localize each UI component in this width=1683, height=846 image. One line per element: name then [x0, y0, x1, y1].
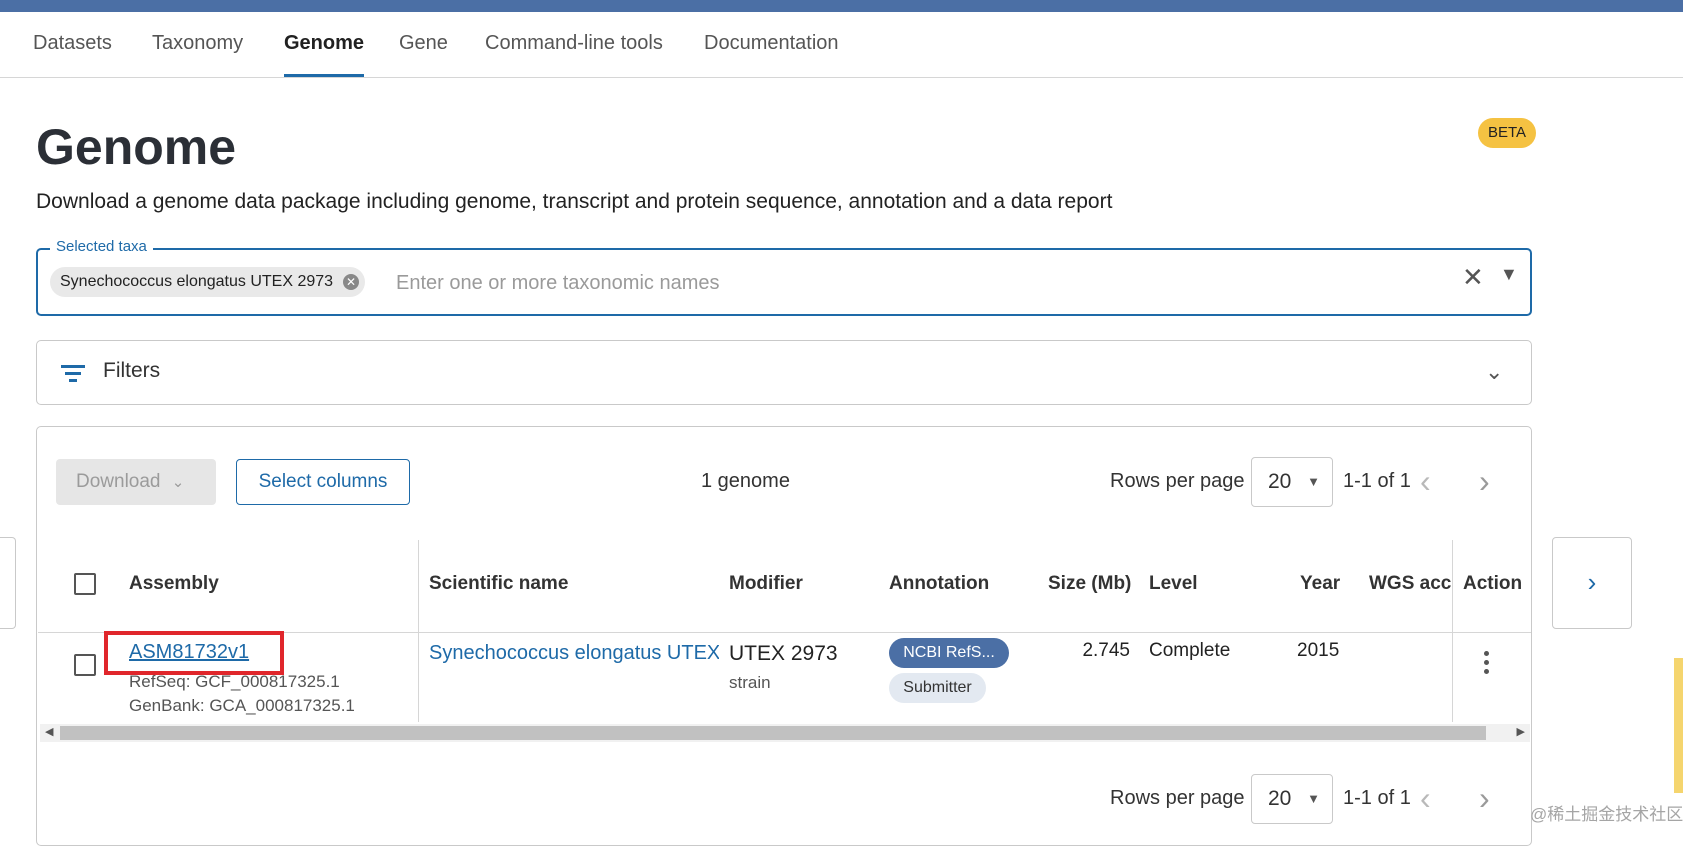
annotation-badge-submitter: Submitter: [889, 673, 986, 703]
genbank-accession: GenBank: GCA_000817325.1: [129, 696, 355, 715]
caret-down-icon: ▼: [1307, 474, 1320, 489]
beta-badge: BETA: [1478, 118, 1536, 148]
download-button-label: Download: [76, 471, 161, 492]
page-title: Genome: [36, 119, 237, 175]
header-scientific-name[interactable]: Scientific name: [429, 573, 568, 595]
previous-page-icon[interactable]: ‹: [1420, 782, 1431, 814]
caret-down-icon: ▼: [1307, 791, 1320, 806]
filters-label: Filters: [103, 359, 161, 382]
page-range: 1-1 of 1: [1343, 470, 1411, 492]
highlight-box: [104, 631, 284, 675]
scroll-left-arrow-icon[interactable]: ◀: [45, 725, 53, 738]
taxonomic-name-input[interactable]: [394, 262, 1318, 304]
more-actions-icon[interactable]: [1484, 651, 1490, 675]
tab-command-line-tools[interactable]: Command-line tools: [485, 12, 663, 77]
main-nav: Datasets Taxonomy Genome Gene Command-li…: [0, 12, 1683, 78]
header-wgs-accession[interactable]: WGS acce: [1369, 573, 1452, 595]
feedback-tab[interactable]: [1674, 658, 1683, 793]
rows-per-page-select-bottom[interactable]: 20 ▼: [1251, 774, 1333, 824]
scroll-right-button[interactable]: ›: [1552, 537, 1632, 629]
tab-gene[interactable]: Gene: [399, 12, 448, 77]
header-action: Action: [1463, 573, 1523, 594]
scrollbar-thumb[interactable]: [60, 726, 1486, 740]
rows-per-page-value: 20: [1268, 787, 1292, 810]
selected-taxa-label: Selected taxa: [50, 238, 153, 255]
scroll-right-arrow-icon[interactable]: ▶: [1517, 725, 1525, 738]
chip-remove-icon[interactable]: ✕: [343, 274, 360, 290]
modifier-value: UTEX 2973: [729, 642, 838, 665]
tab-datasets[interactable]: Datasets: [33, 12, 112, 77]
rows-per-page-label-bottom: Rows per page: [1110, 787, 1245, 809]
header-year[interactable]: Year: [1300, 573, 1340, 595]
header-modifier[interactable]: Modifier: [729, 573, 803, 595]
page-range-bottom: 1-1 of 1: [1343, 787, 1411, 809]
watermark: @稀土掘金技术社区: [1530, 805, 1683, 824]
rows-per-page-value: 20: [1268, 470, 1292, 493]
column-divider: [418, 540, 419, 722]
annotation-badge-ncbi: NCBI RefS...: [889, 638, 1009, 668]
refseq-accession: RefSeq: GCF_000817325.1: [129, 672, 340, 691]
header-annotation[interactable]: Annotation: [889, 573, 989, 595]
chevron-down-icon[interactable]: ⌄: [1485, 359, 1503, 385]
next-page-icon[interactable]: ›: [1479, 782, 1490, 814]
header-assembly[interactable]: Assembly: [129, 573, 219, 595]
selected-taxa-field[interactable]: Selected taxa Synechococcus elongatus UT…: [36, 238, 1532, 316]
row-checkbox[interactable]: [74, 654, 96, 676]
taxon-chip: Synechococcus elongatus UTEX 2973 ✕: [50, 267, 366, 297]
scroll-left-button[interactable]: [0, 537, 16, 629]
level-value: Complete: [1149, 640, 1231, 661]
modifier-type: strain: [729, 673, 771, 692]
clear-icon[interactable]: ✕: [1462, 262, 1484, 293]
year-value: 2015: [1297, 640, 1340, 661]
rows-per-page-label: Rows per page: [1110, 470, 1245, 492]
header-size[interactable]: Size (Mb): [1048, 573, 1131, 595]
filter-icon: [61, 365, 85, 383]
tab-genome[interactable]: Genome: [284, 12, 365, 77]
taxon-chip-label: Synechococcus elongatus UTEX 2973: [60, 273, 334, 290]
page-subtitle: Download a genome data package including…: [36, 190, 1113, 213]
horizontal-scrollbar[interactable]: ◀ ▶: [40, 724, 1530, 742]
select-columns-button[interactable]: Select columns: [236, 459, 410, 505]
scientific-name-link[interactable]: Synechococcus elongatus UTEX: [429, 642, 719, 665]
header-level[interactable]: Level: [1149, 573, 1198, 595]
tab-taxonomy[interactable]: Taxonomy: [152, 12, 243, 77]
size-value: 2.745: [1082, 640, 1130, 661]
dropdown-caret-icon[interactable]: ▼: [1500, 264, 1518, 285]
rows-per-page-select[interactable]: 20 ▼: [1251, 457, 1333, 507]
chevron-down-icon: ⌄: [171, 474, 185, 491]
previous-page-icon[interactable]: ‹: [1420, 465, 1431, 497]
tab-documentation[interactable]: Documentation: [704, 12, 839, 77]
top-banner-bar: [0, 0, 1683, 12]
chevron-right-icon: ›: [1587, 567, 1597, 597]
select-all-checkbox[interactable]: [74, 573, 96, 595]
next-page-icon[interactable]: ›: [1479, 465, 1490, 497]
result-count: 1 genome: [701, 470, 790, 492]
filters-accordion[interactable]: Filters ⌄: [36, 340, 1532, 405]
column-divider: [1452, 540, 1453, 722]
download-button[interactable]: Download ⌄: [56, 459, 216, 505]
